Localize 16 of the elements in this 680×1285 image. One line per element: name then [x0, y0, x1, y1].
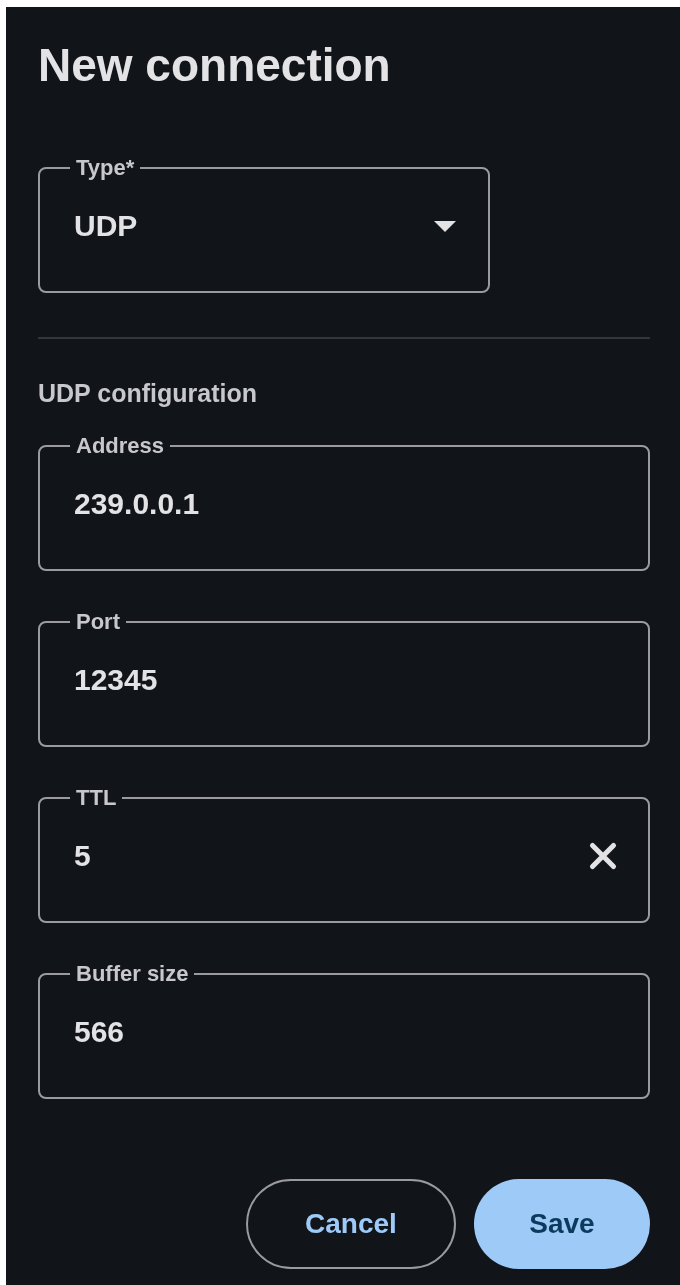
field-label: Port	[75, 609, 121, 635]
dropdown-caret-icon[interactable]	[434, 220, 456, 232]
field-label: Address	[75, 433, 166, 459]
field-value: 239.0.0.1	[74, 487, 200, 521]
field-value: 5	[74, 839, 91, 873]
field-label: Type*	[75, 155, 136, 181]
field-value: 12345	[74, 663, 158, 697]
field-label: Buffer size	[75, 961, 190, 987]
select-value: UDP	[74, 209, 138, 243]
section-title: UDP configuration	[38, 378, 258, 409]
dialog-title: New connection	[38, 38, 392, 93]
field-label: TTL	[75, 785, 118, 811]
cancel-button[interactable]: Cancel	[246, 1179, 456, 1269]
clear-icon[interactable]	[588, 841, 618, 871]
field-value: 566	[74, 1015, 125, 1049]
save-button[interactable]: Save	[474, 1179, 650, 1269]
